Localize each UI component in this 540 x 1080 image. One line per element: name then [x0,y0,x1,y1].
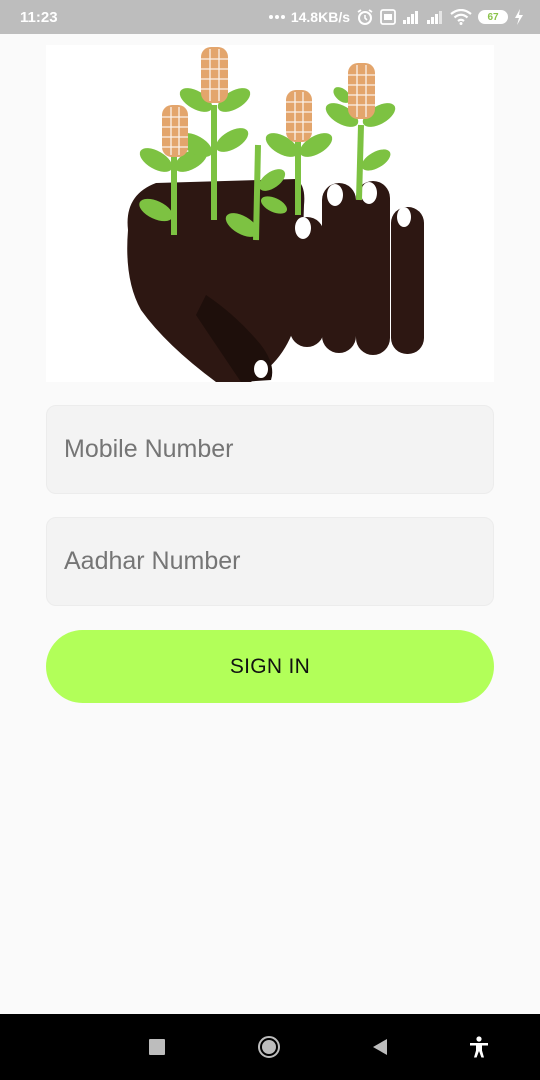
hero-image [46,45,494,382]
back-icon[interactable] [368,1035,392,1059]
network-speed: 14.8KB/s [290,9,350,25]
status-time: 11:23 [20,8,58,26]
accessibility-icon[interactable] [467,1035,491,1059]
sign-in-label: SIGN IN [229,654,311,678]
mobile-number-field[interactable]: Mobile Number [46,405,494,494]
status-icons: 14.8KB/s 67 [268,8,524,26]
signal-icon [402,10,420,24]
sign-in-button[interactable]: SIGN IN [46,630,494,703]
battery-icon: 67 [478,10,508,24]
home-icon[interactable] [257,1035,281,1059]
mobile-number-placeholder: Mobile Number [64,435,234,463]
recent-apps-icon[interactable] [145,1035,169,1059]
signal-icon [426,10,444,24]
navigation-bar [0,1014,540,1080]
alarm-icon [356,8,374,26]
aadhar-number-placeholder: Aadhar Number [64,547,241,575]
ellipsis-icon [268,14,285,20]
charging-icon [514,9,524,25]
status-bar: 11:23 14.8KB/s 67 [0,0,540,34]
volte-icon [380,9,396,25]
battery-level: 67 [487,11,499,23]
aadhar-number-field[interactable]: Aadhar Number [46,517,494,606]
wifi-icon [450,9,472,25]
